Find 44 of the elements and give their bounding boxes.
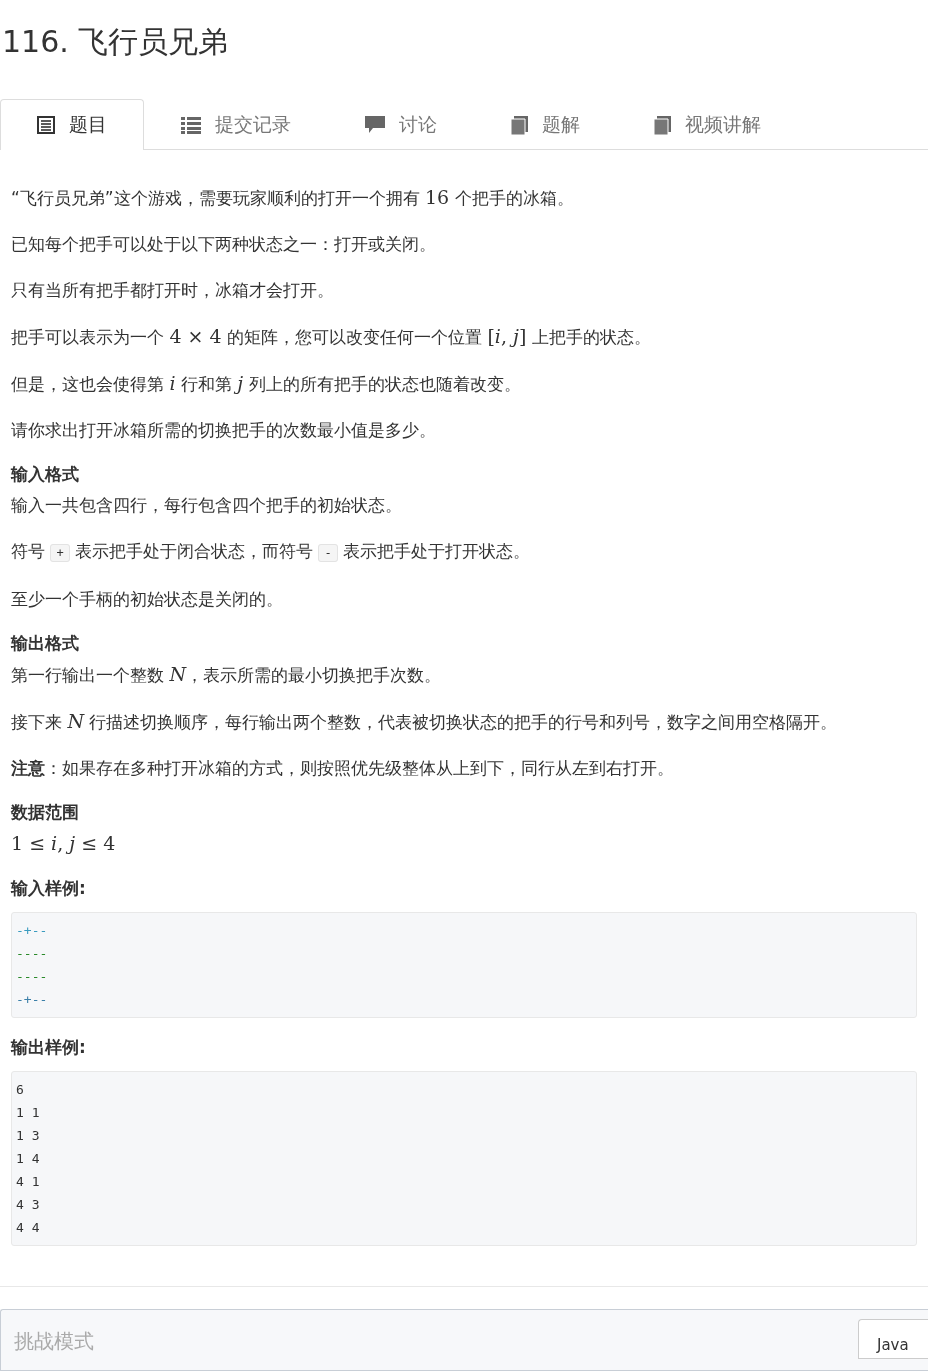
code-line: 6 [16, 1081, 24, 1099]
section-heading: 输入样例: [11, 877, 86, 900]
inline-code: - [318, 544, 338, 562]
section-heading: 数据范围 [11, 801, 79, 824]
document-icon [37, 116, 55, 134]
paragraph: 已知每个把手可以处于以下两种状态之一：打开或关闭。 [11, 233, 437, 256]
paragraph: 接下来 N 行描述切换顺序，每行输出两个整数，代表被切换状态的把手的行号和列号，数字之间用空格隔开。 [11, 709, 839, 734]
code-line: 4 1 [16, 1173, 40, 1191]
code-line: -+-- [16, 991, 48, 1009]
paragraph: 符号 + 表示把手处于闭合状态，而符号 - 表示把手处于打开状态。 [11, 540, 532, 564]
tab[interactable]: 讨论 [328, 99, 474, 150]
section-heading: 输出格式 [11, 632, 79, 655]
paragraph: 请你求出打开冰箱所需的切换把手的次数最小值是多少。 [11, 419, 437, 442]
code-line: 1 4 [16, 1150, 40, 1168]
book-icon [654, 115, 671, 135]
tab[interactable]: 视频讲解 [617, 99, 798, 150]
code-line: 1 3 [16, 1127, 40, 1145]
code-line: ---- [16, 968, 48, 986]
section-heading: 输出样例: [11, 1036, 86, 1059]
paragraph: 至少一个手柄的初始状态是关闭的。 [11, 588, 284, 611]
mode-label: 挑战模式 [14, 1328, 94, 1355]
language-select[interactable]: Java [858, 1319, 928, 1359]
code-line: 1 1 [16, 1104, 40, 1122]
list-icon [181, 116, 201, 134]
inline-code: + [50, 544, 70, 562]
code-line: 4 4 [16, 1219, 40, 1237]
paragraph: 把手可以表示为一个 4 × 4 的矩阵，您可以改变任何一个位置 [i, j] 上把手的状态。 [11, 324, 652, 349]
paragraph: 第一行输出一个整数 N，表示所需的最小切换把手次数。 [11, 662, 443, 687]
tab[interactable]: 题目 [0, 99, 144, 150]
section-heading: 输入格式 [11, 463, 79, 486]
paragraph: 输入一共包含四行，每行包含四个把手的初始状态。 [11, 494, 403, 517]
book-icon [511, 115, 528, 135]
problem-title: 116. 飞行员兄弟 [1, 23, 229, 61]
paragraph: 只有当所有把手都打开时，冰箱才会打开。 [11, 279, 335, 302]
paragraph: 1 ≤ i, j ≤ 4 [11, 831, 117, 856]
paragraph: 但是，这也会使得第 i 行和第 j 列上的所有把手的状态也随着改变。 [11, 371, 522, 396]
code-line: -+-- [16, 922, 48, 940]
code-line: 4 3 [16, 1196, 40, 1214]
paragraph: “飞行员兄弟”这个游戏，需要玩家顺利的打开一个拥有 16 个把手的冰箱。 [11, 185, 575, 210]
tab[interactable]: 题解 [474, 99, 617, 150]
paragraph: 注意：如果存在多种打开冰箱的方式，则按照优先级整体从上到下，同行从左到右打开。 [11, 757, 675, 780]
code-line: ---- [16, 945, 48, 963]
tab[interactable]: 提交记录 [144, 99, 328, 150]
speech-bubble-icon [365, 116, 385, 134]
